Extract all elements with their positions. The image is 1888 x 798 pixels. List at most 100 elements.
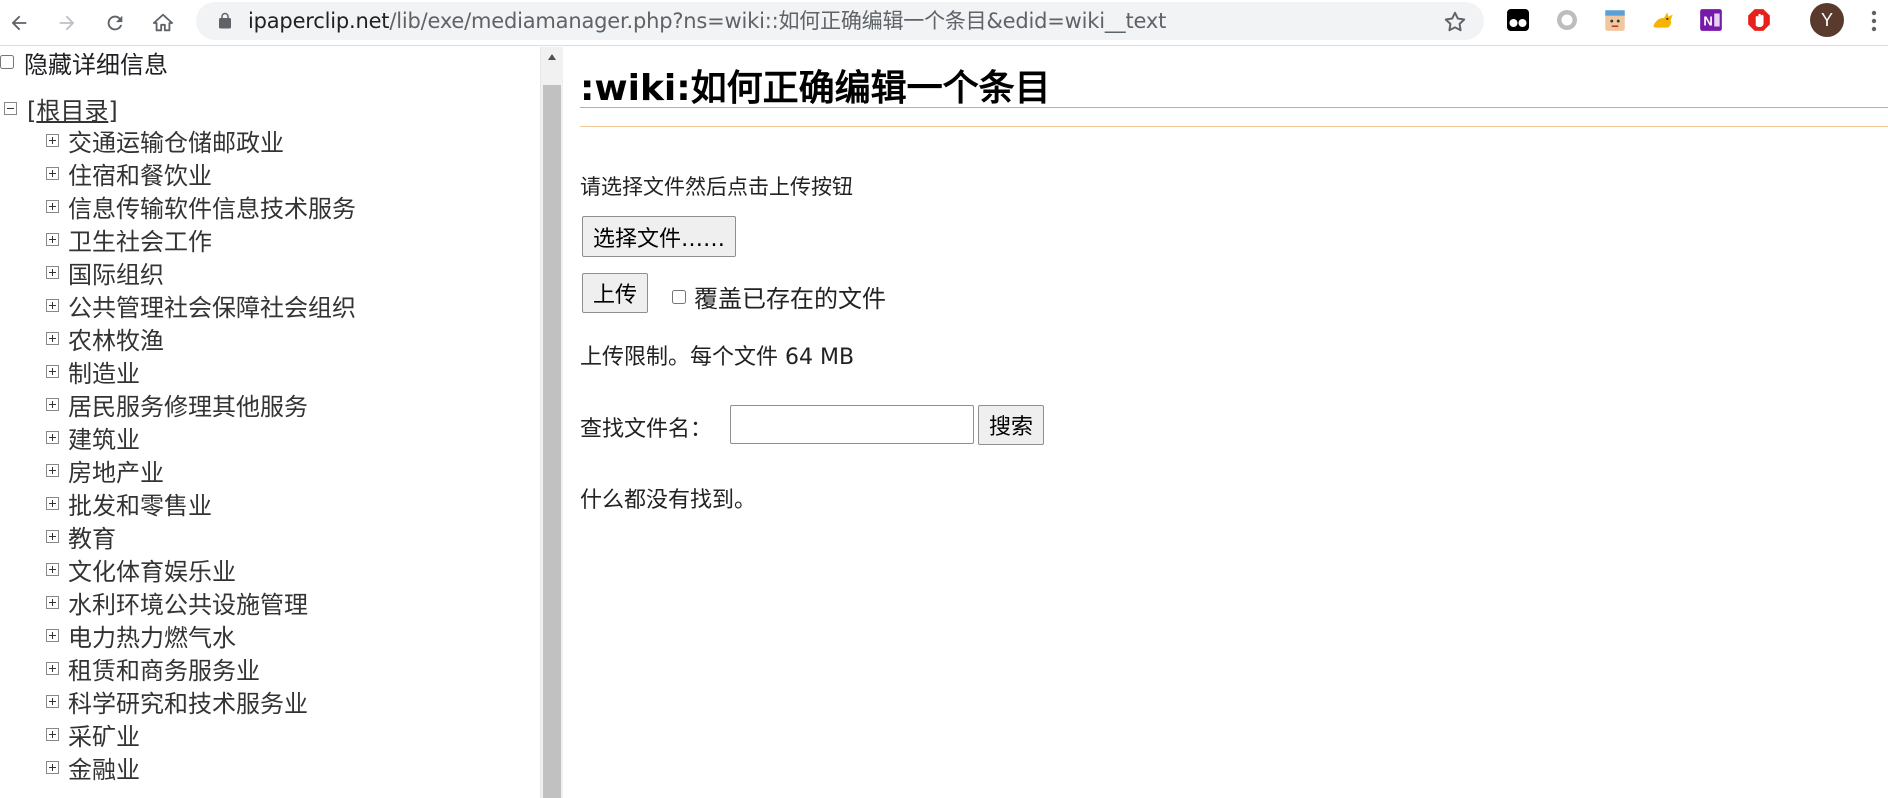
namespace-label[interactable]: 批发和零售业 <box>68 486 212 521</box>
hide-details-checkbox[interactable] <box>0 55 14 69</box>
namespace-item[interactable]: 科学研究和技术服务业 <box>46 685 356 718</box>
browser-toolbar: ipaperclip.net/lib/exe/mediamanager.php?… <box>0 0 1888 46</box>
expand-icon[interactable] <box>46 167 59 180</box>
namespace-item[interactable]: 公共管理社会保障社会组织 <box>46 289 356 322</box>
expand-icon[interactable] <box>46 134 59 147</box>
namespace-item[interactable]: 文化体育娱乐业 <box>46 553 356 586</box>
namespace-label[interactable]: 卫生社会工作 <box>68 222 212 257</box>
namespace-item[interactable]: 教育 <box>46 520 356 553</box>
namespace-item[interactable]: 金融业 <box>46 751 356 784</box>
collapse-icon[interactable] <box>4 102 17 115</box>
namespace-label[interactable]: 科学研究和技术服务业 <box>68 684 308 719</box>
expand-icon[interactable] <box>46 200 59 213</box>
namespace-label[interactable]: 制造业 <box>68 354 140 389</box>
menu-kebab-icon[interactable] <box>1864 6 1884 36</box>
reload-icon <box>107 15 123 31</box>
search-input[interactable] <box>730 405 974 444</box>
adblock-icon[interactable] <box>1745 6 1773 34</box>
namespace-item[interactable]: 居民服务修理其他服务 <box>46 388 356 421</box>
expand-icon[interactable] <box>46 332 59 345</box>
root-namespace-link[interactable]: 根目录 <box>36 97 108 125</box>
namespace-item[interactable]: 水利环境公共设施管理 <box>46 586 356 619</box>
scroll-up-arrow-icon[interactable] <box>541 47 563 67</box>
namespace-item[interactable]: 农林牧渔 <box>46 322 356 355</box>
expand-icon[interactable] <box>46 629 59 642</box>
hide-details-toggle[interactable]: 隐藏详细信息 <box>0 47 168 79</box>
namespace-item[interactable]: 批发和零售业 <box>46 487 356 520</box>
namespace-label[interactable]: 水利环境公共设施管理 <box>68 585 308 620</box>
tree-scrollbar[interactable] <box>540 47 563 798</box>
expand-icon[interactable] <box>46 728 59 741</box>
forward-button[interactable] <box>50 6 84 40</box>
namespace-label[interactable]: 农林牧渔 <box>68 321 164 356</box>
expand-icon[interactable] <box>46 266 59 279</box>
namespace-label[interactable]: 住宿和餐饮业 <box>68 156 212 191</box>
namespace-item[interactable]: 电力热力燃气水 <box>46 619 356 652</box>
namespace-label[interactable]: 金融业 <box>68 750 140 785</box>
tree-root: [根目录] <box>4 91 118 126</box>
namespace-label[interactable]: 文化体育娱乐业 <box>68 552 236 587</box>
namespace-label[interactable]: 采矿业 <box>68 717 140 752</box>
namespace-item[interactable]: 采矿业 <box>46 718 356 751</box>
namespace-label[interactable]: 交通运输仓储邮政业 <box>68 123 284 158</box>
url-text[interactable]: ipaperclip.net/lib/exe/mediamanager.php?… <box>248 8 1166 34</box>
namespace-item[interactable]: 交通运输仓储邮政业 <box>46 124 356 157</box>
expand-icon[interactable] <box>46 431 59 444</box>
namespace-item[interactable]: 建筑业 <box>46 421 356 454</box>
search-button[interactable]: 搜索 <box>978 405 1045 445</box>
expand-icon[interactable] <box>46 365 59 378</box>
namespace-item[interactable]: 房地产业 <box>46 454 356 487</box>
circle-extension-icon[interactable] <box>1553 6 1581 34</box>
expand-icon[interactable] <box>46 497 59 510</box>
expand-icon[interactable] <box>46 662 59 675</box>
scroll-thumb[interactable] <box>543 85 561 798</box>
back-arrow-icon <box>11 15 27 31</box>
namespace-label[interactable]: 建筑业 <box>68 420 140 455</box>
tampermonkey-icon[interactable] <box>1504 6 1532 34</box>
expand-icon[interactable] <box>46 398 59 411</box>
cat-extension-icon[interactable] <box>1649 6 1677 34</box>
expand-icon[interactable] <box>46 530 59 543</box>
expand-icon[interactable] <box>46 233 59 246</box>
back-button[interactable] <box>2 6 36 40</box>
expand-icon[interactable] <box>46 464 59 477</box>
reload-button[interactable] <box>98 6 132 40</box>
no-results-text: 什么都没有找到。 <box>580 488 757 513</box>
expand-icon[interactable] <box>46 596 59 609</box>
bookmark-star-icon[interactable] <box>1442 9 1468 35</box>
title-divider <box>580 107 1888 108</box>
overwrite-checkbox[interactable] <box>672 289 686 304</box>
expand-icon[interactable] <box>46 761 59 774</box>
url-host: ipaperclip.net <box>248 9 390 33</box>
upload-instruction: 请选择文件然后点击上传按钮 <box>580 175 853 199</box>
namespace-item[interactable]: 住宿和餐饮业 <box>46 157 356 190</box>
namespace-label[interactable]: 房地产业 <box>68 453 164 488</box>
lock-icon[interactable] <box>216 12 234 30</box>
profile-initial: Y <box>1820 9 1833 30</box>
namespace-item[interactable]: 信息传输软件信息技术服务 <box>46 190 356 223</box>
namespace-label[interactable]: 公共管理社会保障社会组织 <box>68 288 356 323</box>
face-extension-icon[interactable] <box>1601 6 1629 34</box>
namespace-label[interactable]: 信息传输软件信息技术服务 <box>68 189 356 224</box>
expand-icon[interactable] <box>46 299 59 312</box>
namespace-item[interactable]: 租赁和商务服务业 <box>46 652 356 685</box>
namespace-item[interactable]: 卫生社会工作 <box>46 223 356 256</box>
choose-file-button[interactable]: 选择文件…… <box>582 216 737 257</box>
namespace-label[interactable]: 租赁和商务服务业 <box>68 651 260 686</box>
namespace-label[interactable]: 居民服务修理其他服务 <box>68 387 308 422</box>
address-bar[interactable]: ipaperclip.net/lib/exe/mediamanager.php?… <box>196 2 1484 40</box>
upload-button[interactable]: 上传 <box>582 273 649 313</box>
namespace-item[interactable]: 制造业 <box>46 355 356 388</box>
expand-icon[interactable] <box>46 695 59 708</box>
namespace-label[interactable]: 国际组织 <box>68 255 164 290</box>
namespace-list: 交通运输仓储邮政业 住宿和餐饮业 信息传输软件信息技术服务 卫生社会工作 国际组… <box>46 124 356 784</box>
namespace-label[interactable]: 教育 <box>68 519 116 554</box>
home-button[interactable] <box>146 6 180 40</box>
namespace-item[interactable]: 国际组织 <box>46 256 356 289</box>
namespace-label[interactable]: 电力热力燃气水 <box>68 618 236 653</box>
onenote-icon[interactable]: N <box>1697 6 1725 34</box>
page-title: :wiki:如何正确编辑一个条目 <box>580 68 1051 109</box>
overwrite-option[interactable]: 覆盖已存在的文件 <box>672 279 886 314</box>
expand-icon[interactable] <box>46 563 59 576</box>
profile-avatar[interactable]: Y <box>1810 3 1844 37</box>
